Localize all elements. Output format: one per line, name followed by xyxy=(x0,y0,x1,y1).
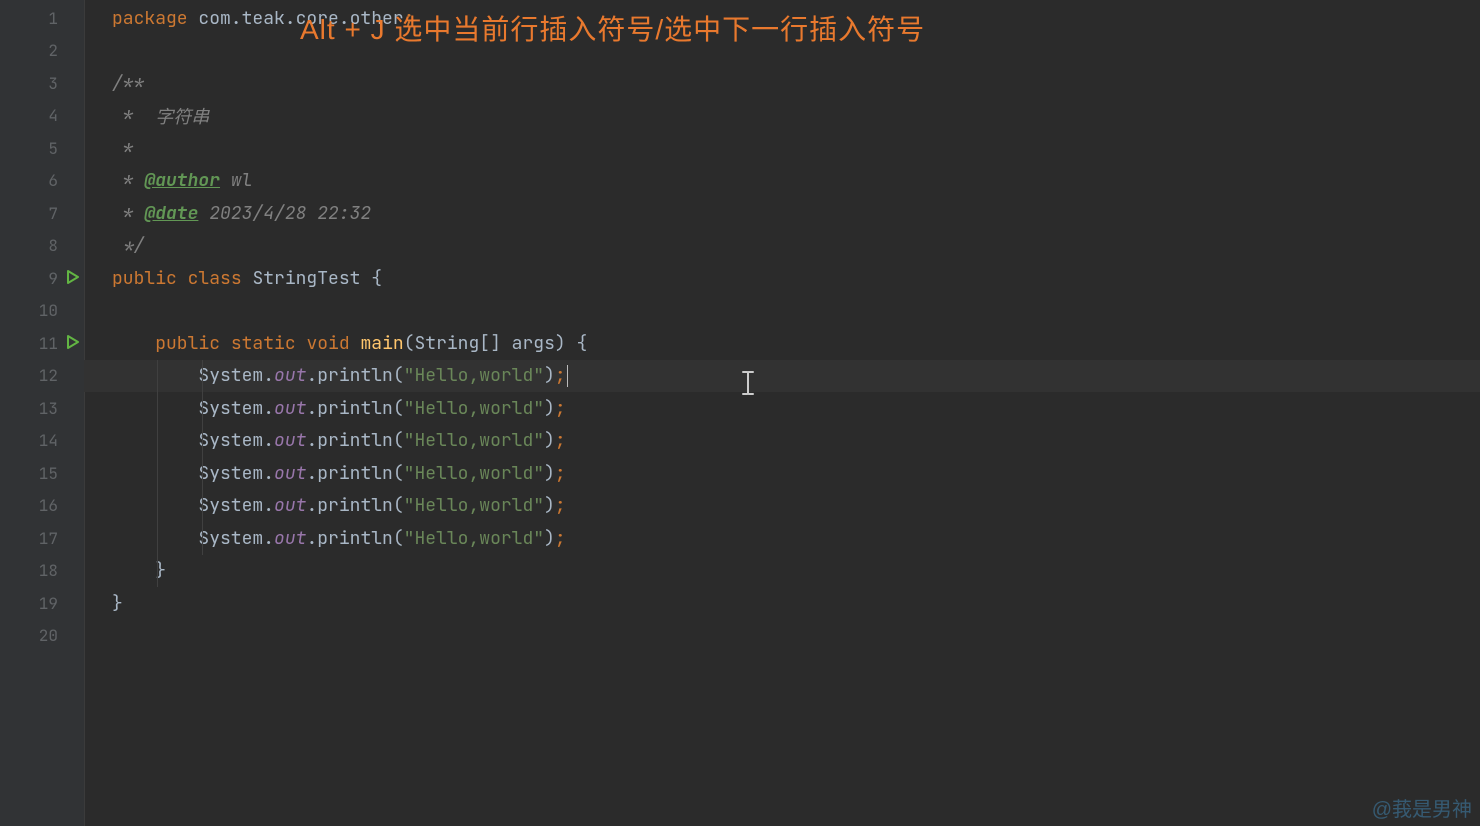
code-line-current[interactable]: System.out.println("Hello,world"); xyxy=(84,360,1480,393)
out-field: out xyxy=(274,364,306,387)
code-line[interactable] xyxy=(84,35,1480,68)
javadoc-star: * xyxy=(112,169,144,192)
gutter-line[interactable]: 14 xyxy=(0,425,84,458)
gutter-line[interactable]: 17 xyxy=(0,522,84,555)
code-line[interactable]: /** xyxy=(84,67,1480,100)
watermark-text: @莪是男神 xyxy=(1372,793,1472,822)
keyword-void: void xyxy=(306,332,349,355)
line-number-gutter: 1 2 3 4 5 6 7 8 9 10 11 12 13 14 15 16 1… xyxy=(0,0,84,826)
javadoc-date-tag: @date xyxy=(144,202,198,225)
semicolon: ; xyxy=(404,7,415,30)
javadoc-star: * xyxy=(112,104,144,127)
gutter-line[interactable]: 8 xyxy=(0,230,84,263)
code-line[interactable]: package com.teak.core.other; xyxy=(84,2,1480,35)
main-params: String[] args xyxy=(414,332,554,355)
gutter-line[interactable]: 10 xyxy=(0,295,84,328)
rbrace: } xyxy=(112,592,123,615)
code-line[interactable]: System.out.println("Hello,world"); xyxy=(84,490,1480,523)
gutter-line[interactable]: 12 xyxy=(0,360,84,393)
gutter-line[interactable]: 11 xyxy=(0,327,84,360)
method-main: main xyxy=(360,332,403,355)
gutter-line[interactable]: 4 xyxy=(0,100,84,133)
class-name: StringTest xyxy=(252,267,360,290)
run-main-icon[interactable] xyxy=(66,335,80,349)
system-ref: System xyxy=(198,364,263,387)
gutter-line[interactable]: 19 xyxy=(0,587,84,620)
println-call: println xyxy=(317,364,393,387)
code-line[interactable]: * xyxy=(84,132,1480,165)
javadoc-desc: 字符串 xyxy=(144,103,209,129)
javadoc-author-tag: @author xyxy=(144,169,220,192)
code-line[interactable]: System.out.println("Hello,world"); xyxy=(84,457,1480,490)
gutter-line[interactable]: 18 xyxy=(0,555,84,588)
gutter-line[interactable]: 2 xyxy=(0,35,84,68)
code-line[interactable]: public static void main(String[] args) { xyxy=(84,327,1480,360)
code-line[interactable]: System.out.println("Hello,world"); xyxy=(84,392,1480,425)
package-path: com.teak.core.other xyxy=(188,7,404,30)
gutter-line[interactable]: 9 xyxy=(0,262,84,295)
code-line[interactable]: * @date 2023/4/28 22:32 xyxy=(84,197,1480,230)
code-line[interactable]: */ xyxy=(84,230,1480,263)
gutter-line[interactable]: 7 xyxy=(0,197,84,230)
code-line[interactable]: public class StringTest { xyxy=(84,262,1480,295)
run-class-icon[interactable] xyxy=(66,270,80,284)
code-line[interactable] xyxy=(84,295,1480,328)
code-line[interactable]: * 字符串 xyxy=(84,100,1480,133)
editor-root: 1 2 3 4 5 6 7 8 9 10 11 12 13 14 15 16 1… xyxy=(0,0,1480,826)
keyword-public: public xyxy=(112,267,177,290)
gutter-line[interactable]: 3 xyxy=(0,67,84,100)
javadoc-author-value: wl xyxy=(220,169,252,192)
keyword-package: package xyxy=(112,7,188,30)
javadoc-star: * xyxy=(112,202,144,225)
javadoc-open: /** xyxy=(112,72,144,95)
gutter-line[interactable]: 1 xyxy=(0,2,84,35)
gutter-line[interactable]: 15 xyxy=(0,457,84,490)
code-line[interactable]: System.out.println("Hello,world"); xyxy=(84,522,1480,555)
javadoc-close: */ xyxy=(112,234,144,257)
lbrace: { xyxy=(371,267,382,290)
javadoc-date-value: 2023/4/28 22:32 xyxy=(198,202,371,225)
keyword-public: public xyxy=(155,332,220,355)
gutter-line[interactable]: 5 xyxy=(0,132,84,165)
gutter-line[interactable]: 6 xyxy=(0,165,84,198)
code-area[interactable]: package com.teak.core.other; /** * 字符串 *… xyxy=(84,0,1480,826)
code-line[interactable]: System.out.println("Hello,world"); xyxy=(84,425,1480,458)
gutter-line[interactable]: 13 xyxy=(0,392,84,425)
gutter-line[interactable]: 16 xyxy=(0,490,84,523)
string-literal: "Hello,world" xyxy=(404,364,544,387)
code-line[interactable]: * @author wl xyxy=(84,165,1480,198)
code-line[interactable] xyxy=(84,620,1480,653)
text-caret xyxy=(567,365,568,387)
code-line[interactable]: } xyxy=(84,587,1480,620)
code-line[interactable]: } xyxy=(84,555,1480,588)
keyword-class: class xyxy=(188,267,242,290)
keyword-static: static xyxy=(231,332,296,355)
javadoc-star: * xyxy=(112,137,134,160)
gutter-line[interactable]: 20 xyxy=(0,620,84,653)
